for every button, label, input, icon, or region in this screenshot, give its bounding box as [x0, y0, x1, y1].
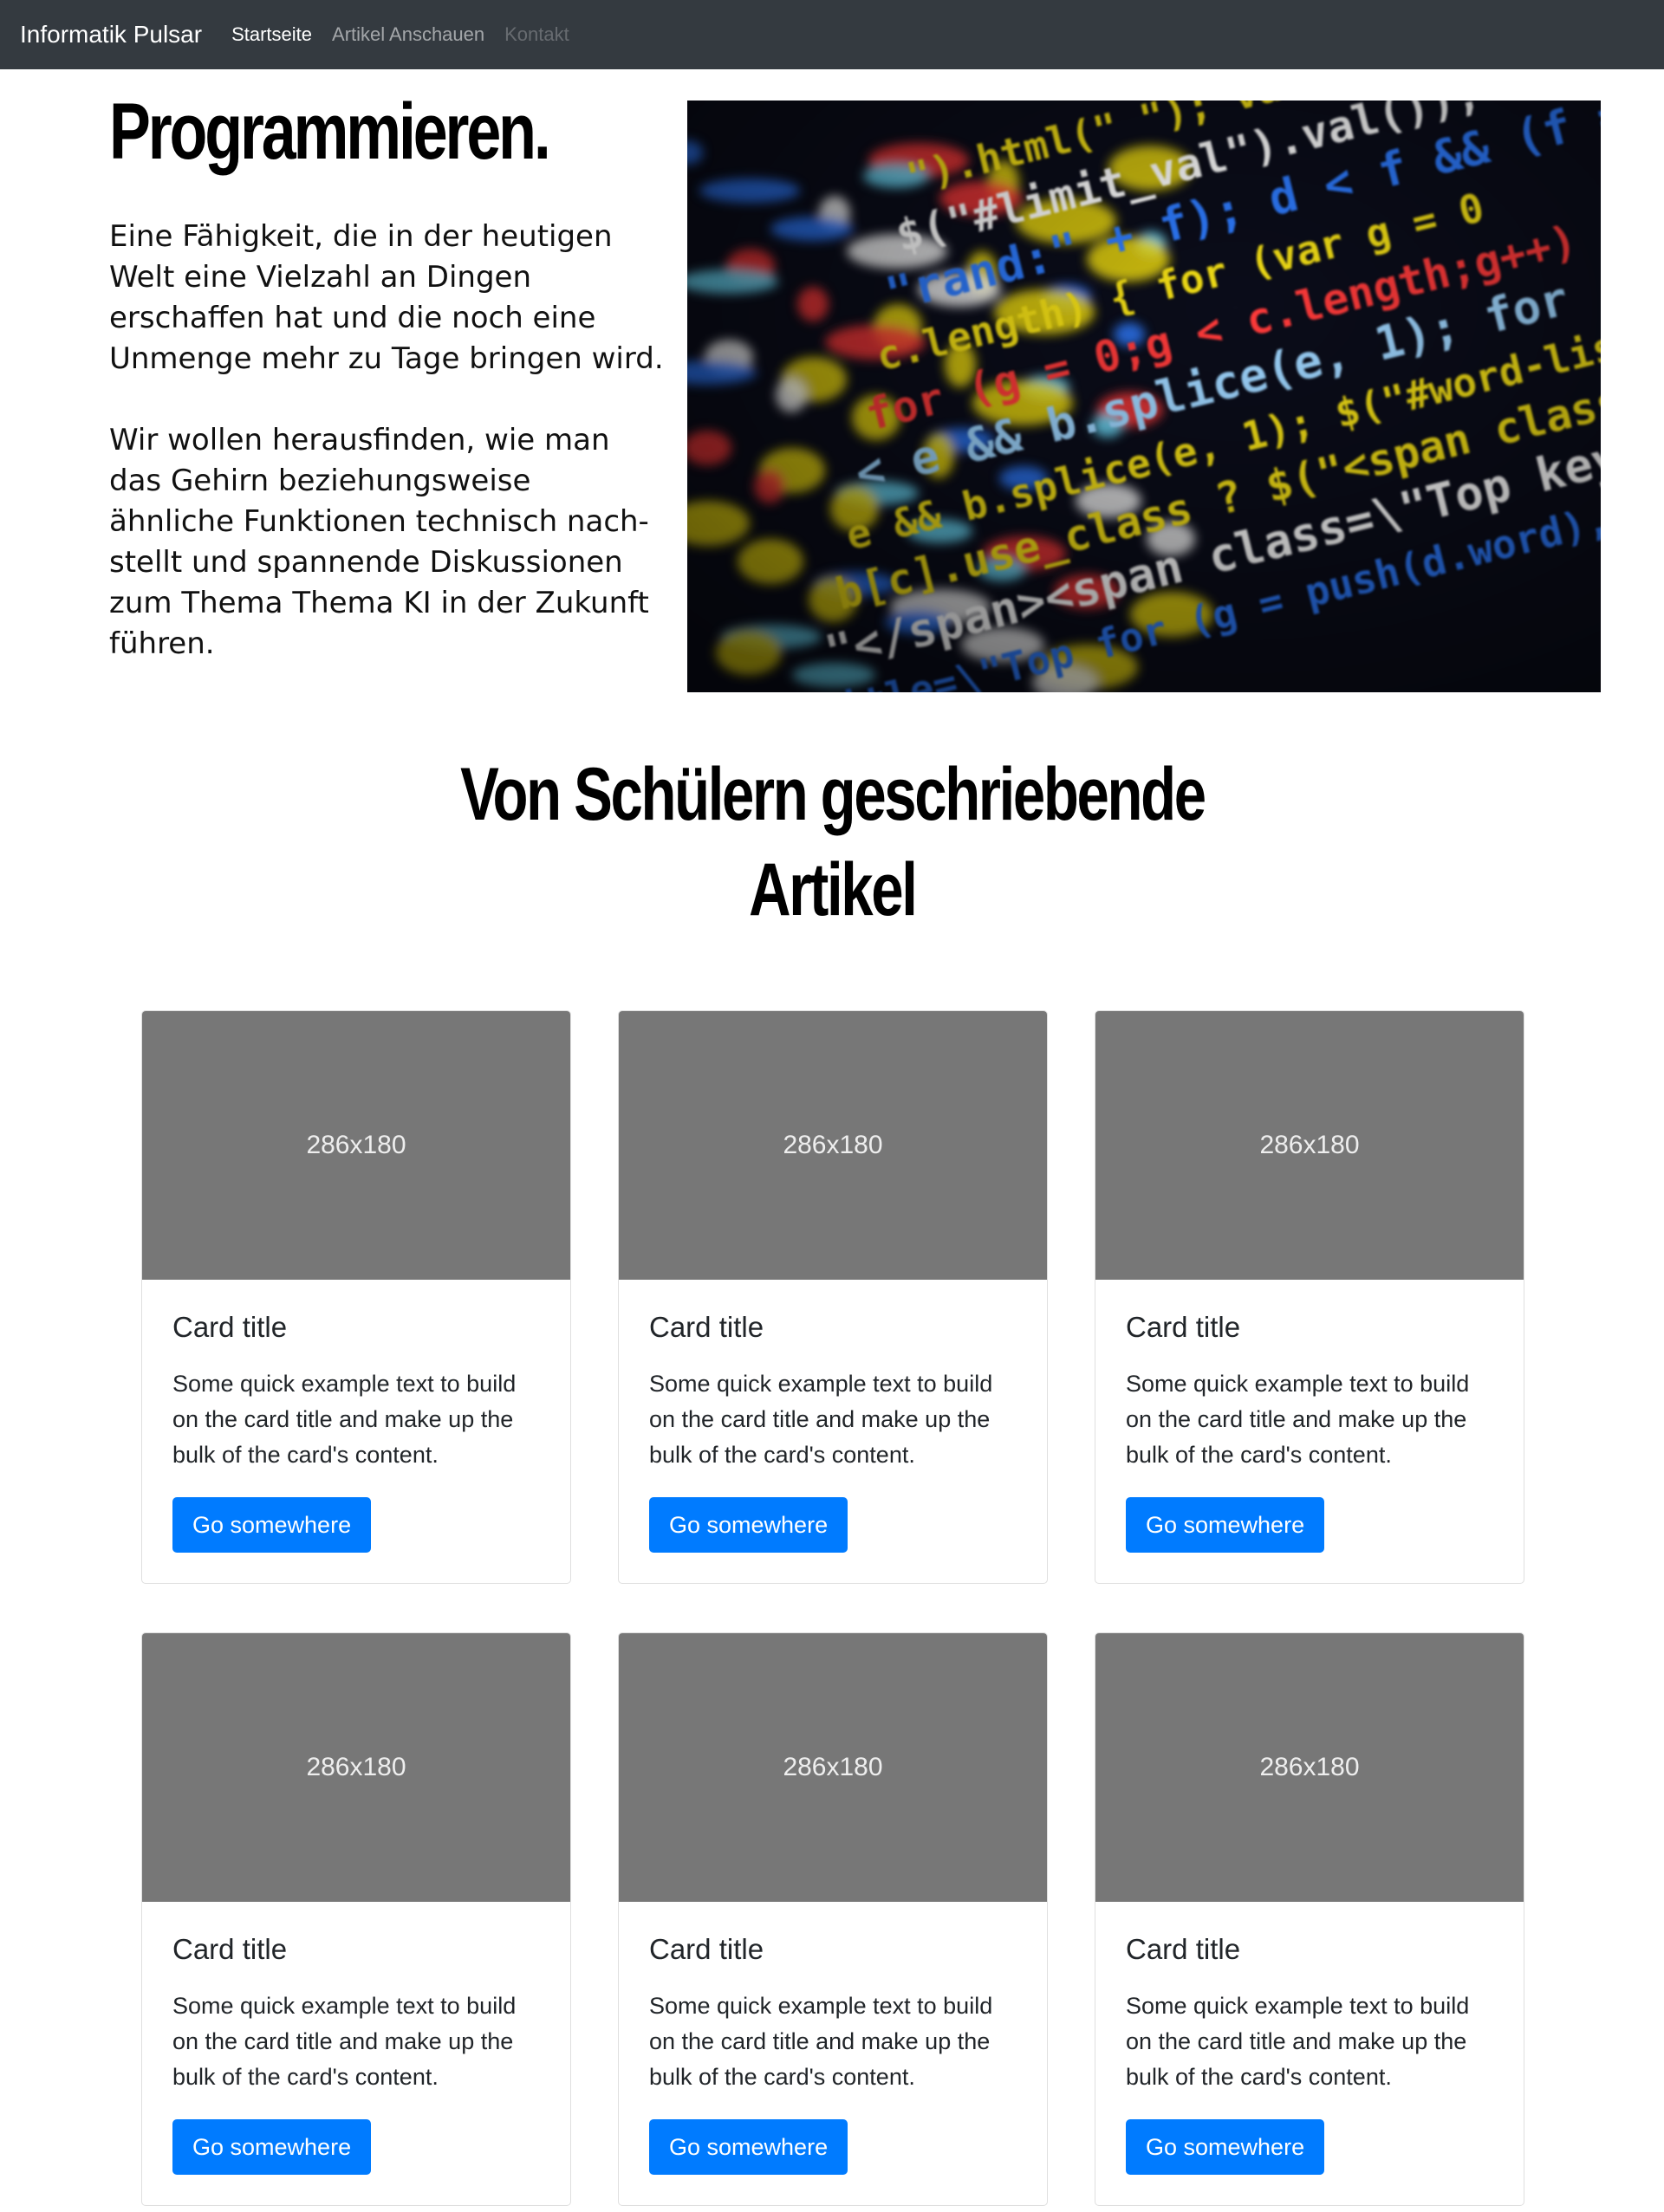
card-image-placeholder: 286x180 — [619, 1011, 1047, 1280]
card-image-placeholder: 286x180 — [1095, 1011, 1524, 1280]
article-card: 286x180 Card title Some quick example te… — [1095, 1010, 1524, 1584]
nav-link-artikel-anschauen[interactable]: Artikel Anschauen — [332, 23, 484, 46]
card-text: Some quick example text to build on the … — [172, 1371, 517, 1468]
card-text: Some quick example text to build on the … — [649, 1371, 993, 1468]
navbar: Informatik Pulsar Startseite Artikel Ans… — [0, 0, 1664, 69]
hero-paragraph-2: Wir wollen herausfinden, wie man das Geh… — [109, 423, 649, 661]
article-card: 286x180 Card title Some quick example te… — [618, 1632, 1048, 2206]
card-body: Card title Some quick example text to bu… — [1095, 1280, 1524, 1583]
section-title-line-1: Von Schülern geschriebende — [459, 753, 1206, 836]
article-card: 286x180 Card title Some quick example te… — [141, 1010, 571, 1584]
go-somewhere-button[interactable]: Go somewhere — [172, 1497, 372, 1553]
go-somewhere-button[interactable]: Go somewhere — [172, 2119, 372, 2175]
hero-code-image: ").html(" "); var b = count_array.g$("#l… — [687, 101, 1601, 692]
card-text: Some quick example text to build on the … — [1126, 1993, 1470, 2090]
navbar-brand[interactable]: Informatik Pulsar — [20, 21, 202, 49]
card-image-placeholder: 286x180 — [142, 1633, 570, 1902]
section-title: Von Schülern geschriebende Artikel — [0, 747, 1664, 937]
article-card: 286x180 Card title Some quick example te… — [141, 1632, 571, 2206]
nav-link-kontakt: Kontakt — [504, 23, 569, 45]
card-text: Some quick example text to build on the … — [172, 1993, 517, 2090]
go-somewhere-button[interactable]: Go somewhere — [649, 2119, 848, 2175]
card-body: Card title Some quick example text to bu… — [142, 1280, 570, 1583]
card-title: Card title — [1126, 1933, 1241, 1965]
card-image-placeholder: 286x180 — [1095, 1633, 1524, 1902]
hero-title: Programmieren. — [109, 88, 551, 176]
card-title: Card title — [172, 1933, 288, 1965]
card-image-placeholder: 286x180 — [142, 1011, 570, 1280]
go-somewhere-button[interactable]: Go somewhere — [649, 1497, 848, 1553]
hero-text: Eine Fähigkeit, die in der heutigen Welt… — [109, 217, 664, 705]
card-title: Card title — [649, 1933, 764, 1965]
go-somewhere-button[interactable]: Go somewhere — [1126, 2119, 1325, 2175]
article-card: 286x180 Card title Some quick example te… — [1095, 1632, 1524, 2206]
card-body: Card title Some quick example text to bu… — [619, 1902, 1047, 2205]
article-card: 286x180 Card title Some quick example te… — [618, 1010, 1048, 1584]
go-somewhere-button[interactable]: Go somewhere — [1126, 1497, 1325, 1553]
hero-paragraph-1: Eine Fähigkeit, die in der heutigen Welt… — [109, 219, 664, 376]
card-body: Card title Some quick example text to bu… — [1095, 1902, 1524, 2205]
card-title: Card title — [1126, 1311, 1241, 1343]
card-text: Some quick example text to build on the … — [649, 1993, 993, 2090]
section-title-line-2: Artikel — [748, 848, 918, 931]
card-body: Card title Some quick example text to bu… — [142, 1902, 570, 2205]
card-text: Some quick example text to build on the … — [1126, 1371, 1470, 1468]
card-body: Card title Some quick example text to bu… — [619, 1280, 1047, 1583]
card-title: Card title — [649, 1311, 764, 1343]
card-image-placeholder: 286x180 — [619, 1633, 1047, 1902]
card-title: Card title — [172, 1311, 288, 1343]
nav-link-startseite[interactable]: Startseite — [231, 23, 312, 46]
code-image-svg: ").html(" "); var b = count_array.g$("#l… — [687, 101, 1601, 692]
